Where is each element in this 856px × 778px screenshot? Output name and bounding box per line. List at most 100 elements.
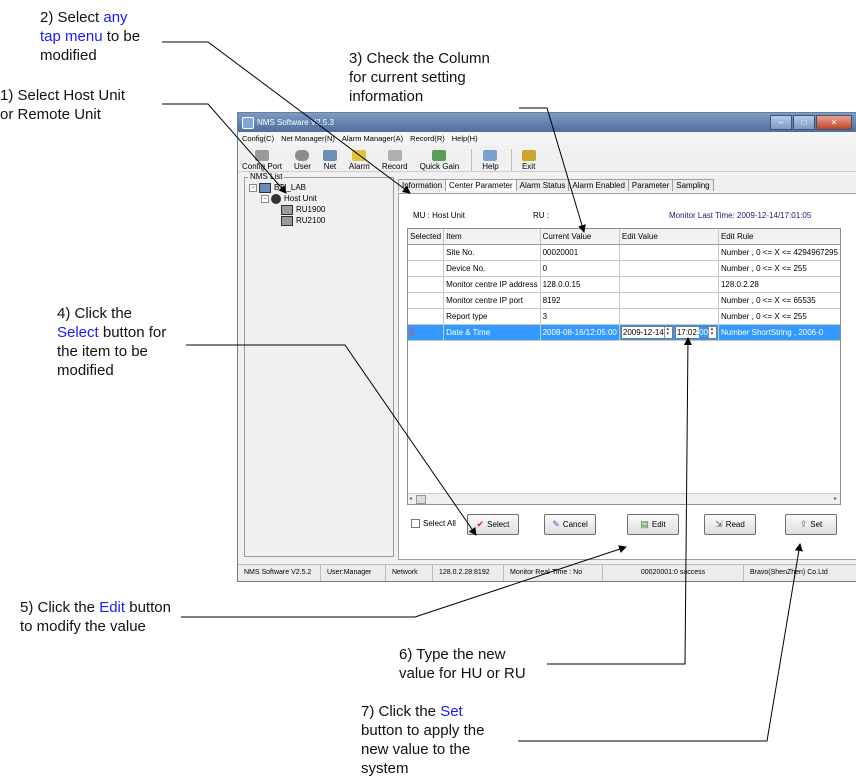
table-row-selected[interactable]: E Date & Time 2008-08-16/12:05:00 2009-1…	[408, 324, 840, 341]
ru-label: RU :	[533, 211, 549, 220]
scroll-right-icon[interactable]: ▸	[834, 495, 837, 502]
tab-alarm-status[interactable]: Alarm Status	[515, 179, 570, 191]
status-network: Network	[386, 565, 433, 581]
nms-list-label: NMS List	[248, 172, 285, 181]
col-edit-value: Edit Value	[619, 229, 719, 245]
annotation-step-4: 4) Click the Select button for the item …	[57, 305, 167, 379]
edit-button[interactable]: ▤ Edit	[627, 514, 679, 535]
select-all-checkbox[interactable]: Select All	[411, 519, 456, 528]
annotation-step-6: 6) Type the new value for HU or RU	[399, 646, 526, 682]
status-address: 128.0.2.28:8192	[433, 565, 504, 581]
cancel-button[interactable]: ✎ Cancel	[544, 514, 596, 535]
remote-unit-icon	[281, 215, 293, 226]
alarm-icon	[352, 150, 367, 161]
annotation-step-7: 7) Click the Set button to apply the new…	[361, 703, 485, 777]
status-realtime: Monitor Real-Time : No	[504, 565, 603, 581]
horizontal-scrollbar[interactable]: ◂ ▸	[408, 493, 840, 504]
toolbar: Config Port User Net Alarm Record Quick …	[238, 145, 856, 172]
table-header: Selected Item Current Value Edit Value E…	[408, 229, 840, 245]
help-icon	[483, 150, 498, 161]
col-current-value: Current Value	[540, 229, 620, 245]
quick-gain-button[interactable]: Quick Gain	[420, 150, 459, 171]
help-button[interactable]: Help	[482, 150, 499, 171]
annotation-step-5: 5) Click the Edit button to modify the v…	[20, 599, 171, 635]
net-button[interactable]: Net	[322, 150, 337, 171]
tree-item-ru1900[interactable]: RU1900	[249, 204, 325, 215]
maximize-icon[interactable]: □	[793, 115, 815, 130]
nms-list-panel: NMS List − BTI_LAB − Host Unit RU1900 RU21…	[244, 172, 394, 557]
scroll-left-icon[interactable]: ◂	[409, 495, 412, 502]
tree-item-ru2100[interactable]: RU2100	[249, 215, 325, 226]
tab-sampling[interactable]: Sampling	[672, 179, 714, 191]
tab-alarm-enabled[interactable]: Alarm Enabled	[568, 179, 629, 191]
table-row[interactable]: Monitor centre IP address 128.0.0.15 128…	[408, 276, 840, 293]
nms-software-window: NMS Software V2.5.3 – □ ✕ Config(C) Net …	[237, 112, 856, 582]
read-icon: ⇲	[715, 519, 723, 529]
user-icon	[295, 150, 310, 161]
checkmark-icon: ✔	[476, 519, 485, 529]
monitor-last-time: Monitor Last Time: 2009-12-14/17:01:05	[669, 211, 812, 220]
window-title: NMS Software V2.5.3	[257, 118, 334, 127]
edit-icon: ▤	[640, 519, 649, 529]
menu-config[interactable]: Config(C)	[242, 134, 274, 143]
menu-bar: Config(C) Net Manager(N) Alarm Manager(A…	[238, 132, 856, 145]
table-row[interactable]: Monitor centre IP port 8192 Number , 0 <…	[408, 292, 840, 309]
time-spinner-icon[interactable]: ▴ ▾	[707, 327, 715, 338]
table-row[interactable]: Site No. 00020001 Number , 0 <= X <= 429…	[408, 244, 840, 261]
eraser-icon: ✎	[552, 519, 560, 529]
annotation-step-3: 3) Check the Column for current setting …	[349, 50, 490, 105]
time-picker[interactable]: 17:02: 00 ▴ ▾	[674, 326, 717, 339]
action-buttons: Select All ✔ Select ✎ Cancel ▤ Edit ⇲ Read ⇪…	[407, 514, 847, 536]
set-button[interactable]: ⇪ Set	[785, 514, 837, 535]
close-icon[interactable]: ✕	[816, 115, 852, 130]
menu-record[interactable]: Record(R)	[410, 134, 445, 143]
tab-strip: Information Center Parameter Alarm Statu…	[398, 179, 714, 191]
info-bar: MU : Host Unit RU : Monitor Last Time: 2…	[413, 211, 853, 220]
menu-alarm-manager[interactable]: Alarm Manager(A)	[342, 134, 403, 143]
tree-item-host-unit[interactable]: − Host Unit	[249, 193, 325, 204]
table-row[interactable]: Device No. 0 Number , 0 <= X <= 255	[408, 260, 840, 277]
col-selected: Selected	[408, 229, 445, 245]
title-bar: NMS Software V2.5.3 – □ ✕	[238, 113, 856, 132]
status-company: Bravo(ShenZhen) Co.Ltd	[750, 569, 828, 576]
device-tree: − BTI_LAB − Host Unit RU1900 RU2100	[249, 182, 325, 226]
config-port-icon	[255, 150, 270, 161]
scrollbar-thumb[interactable]	[416, 495, 426, 504]
col-item: Item	[443, 229, 541, 245]
mu-label: MU : Host Unit	[413, 211, 466, 220]
tree-item-bti-lab[interactable]: − BTI_LAB	[249, 182, 325, 193]
tab-information[interactable]: Information	[398, 179, 447, 191]
remote-unit-icon	[281, 204, 293, 215]
quick-gain-icon	[432, 150, 447, 161]
record-button[interactable]: Record	[382, 150, 408, 171]
user-button[interactable]: User	[294, 150, 311, 171]
status-bar: NMS Software V2.5.2 User:Manager Network…	[238, 564, 856, 581]
col-edit-rule: Edit Rule	[718, 229, 840, 245]
select-button[interactable]: ✔ Select	[467, 514, 519, 535]
host-unit-icon	[271, 193, 281, 204]
menu-net-manager[interactable]: Net Manager(N)	[281, 134, 335, 143]
center-parameter-panel: MU : Host Unit RU : Monitor Last Time: 2…	[398, 193, 856, 560]
tab-center-parameter[interactable]: Center Parameter	[445, 179, 517, 191]
net-icon	[322, 150, 337, 161]
minimize-icon[interactable]: –	[770, 115, 792, 130]
config-port-button[interactable]: Config Port	[242, 150, 282, 171]
annotation-step-2: 2) Select any tap menu to be modified	[40, 9, 141, 64]
status-version: NMS Software V2.5.2	[238, 565, 321, 581]
annotation-step-1: 1) Select Host Unit or Remote Unit	[0, 87, 126, 123]
read-button[interactable]: ⇲ Read	[704, 514, 756, 535]
status-result: 00020001:0 success	[603, 565, 744, 581]
record-icon	[387, 150, 402, 161]
exit-button[interactable]: Exit	[521, 150, 536, 171]
table-row[interactable]: Report type 3 Number , 0 <= X <= 255	[408, 308, 840, 325]
app-icon	[242, 116, 254, 129]
tab-parameter[interactable]: Parameter	[627, 179, 674, 191]
parameter-table: Selected Item Current Value Edit Value E…	[407, 228, 841, 505]
menu-help[interactable]: Help(H)	[452, 134, 478, 143]
alarm-button[interactable]: Alarm	[349, 150, 370, 171]
set-icon: ⇪	[799, 519, 808, 529]
exit-icon	[521, 150, 536, 161]
date-picker[interactable]: 2009-12-14 ▴ ▾	[620, 326, 673, 339]
status-user: User:Manager	[321, 565, 386, 581]
date-spinner-icon[interactable]: ▴ ▾	[663, 327, 671, 338]
